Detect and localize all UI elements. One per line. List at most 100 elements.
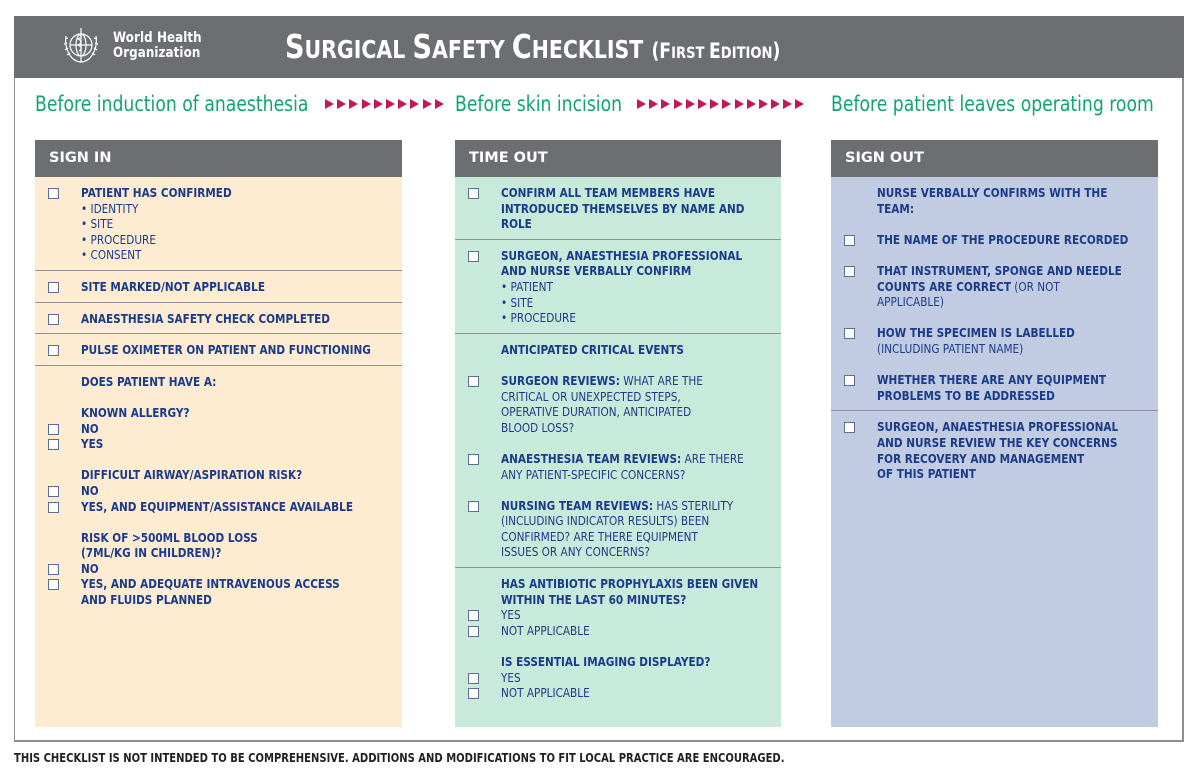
title-text: AFETY <box>431 35 512 64</box>
arrow-icon <box>795 99 805 109</box>
key-concerns-section: SURGEON, ANAESTHESIA PROFESSIONAL AND NU… <box>831 411 1158 488</box>
title-text: URGICAL <box>304 35 413 64</box>
item-label: PROBLEMS TO BE ADDRESSED <box>877 388 1056 403</box>
bullet-item: • SITE <box>81 217 114 232</box>
phase-label-1: Before induction of anaesthesia <box>35 92 309 116</box>
item-lead: NURSING TEAM REVIEWS: <box>501 498 654 513</box>
time-out-body: CONFIRM ALL TEAM MEMBERS HAVE INTRODUCED… <box>455 177 781 727</box>
checkbox[interactable] <box>844 234 855 246</box>
checkbox[interactable] <box>48 439 59 451</box>
patient-confirmed-section: PATIENT HAS CONFIRMED • IDENTITY • SITE … <box>35 177 402 271</box>
arrow-icon <box>385 99 395 109</box>
section-heading: ANTICIPATED CRITICAL EVENTS <box>501 342 685 357</box>
arrow-icon <box>673 99 683 109</box>
question-label: DIFFICULT AIRWAY/ASPIRATION RISK? <box>81 468 303 483</box>
question-label: IS ESSENTIAL IMAGING DISPLAYED? <box>501 655 711 670</box>
item-label: FOR RECOVERY AND MANAGEMENT <box>877 451 1085 466</box>
item-label: OF THIS PATIENT <box>877 467 977 482</box>
item-label: THE NAME OF THE PROCEDURE RECORDED <box>877 232 1129 247</box>
bullet-item: • SITE <box>501 295 534 310</box>
checkbox[interactable] <box>48 485 59 497</box>
phase-arrows-1 <box>325 99 444 109</box>
who-emblem-icon <box>63 28 99 63</box>
anaesthesia-check-section: ANAESTHESIA SAFETY CHECK COMPLETED <box>35 303 402 335</box>
item-lead: SURGEON REVIEWS: <box>501 373 620 388</box>
arrow-icon <box>722 99 732 109</box>
patient-risk-section: DOES PATIENT HAVE A: KNOWN ALLERGY? NO Y… <box>35 366 402 615</box>
edition-text: (F <box>651 39 672 63</box>
checkbox[interactable] <box>48 501 59 513</box>
question-label: HAS ANTIBIOTIC PROPHYLAXIS BEEN GIVEN <box>501 577 759 592</box>
sign-in-column: SIGN IN PATIENT HAS CONFIRMED • IDENTITY… <box>35 140 402 727</box>
checkbox[interactable] <box>48 188 59 199</box>
sign-out-heading: SIGN OUT <box>831 140 1158 177</box>
section-intro: TEAM: <box>877 201 915 216</box>
arrow-icon <box>758 99 768 109</box>
team-introduced-section: CONFIRM ALL TEAM MEMBERS HAVE INTRODUCED… <box>455 177 781 240</box>
item-label: CONFIRM ALL TEAM MEMBERS HAVE <box>501 186 716 200</box>
arrow-icon <box>410 99 420 109</box>
item-label: ISSUES OR ANY CONCERNS? <box>501 545 651 560</box>
checkbox[interactable] <box>468 610 479 622</box>
nurse-confirms-section: NURSE VERBALLY CONFIRMS WITH THE TEAM: T… <box>831 177 1158 412</box>
arrow-icon <box>337 99 347 109</box>
arrow-icon <box>361 99 371 109</box>
item-label: SITE MARKED/NOT APPLICABLE <box>81 279 265 294</box>
item-label: SURGEON, ANAESTHESIA PROFESSIONAL <box>501 248 743 263</box>
sign-out-body: NURSE VERBALLY CONFIRMS WITH THE TEAM: T… <box>831 177 1158 727</box>
item-label: INTRODUCED THEMSELVES BY NAME AND <box>501 201 745 216</box>
arrow-icon <box>349 99 359 109</box>
pulse-oximeter-section: PULSE OXIMETER ON PATIENT AND FUNCTIONIN… <box>35 334 402 366</box>
checkbox[interactable] <box>468 453 479 465</box>
checkbox[interactable] <box>48 281 59 293</box>
item-label: SURGEON, ANAESTHESIA PROFESSIONAL <box>877 420 1119 435</box>
question-label: WITHIN THE LAST 60 MINUTES? <box>501 592 687 607</box>
option-label: NOT APPLICABLE <box>501 623 590 638</box>
checkbox[interactable] <box>844 375 855 387</box>
checkbox[interactable] <box>468 500 479 512</box>
item-label: (INCLUDING PATIENT NAME) <box>877 341 1024 356</box>
item-label: WHAT ARE THE <box>619 373 703 388</box>
checkbox[interactable] <box>468 375 479 387</box>
arrow-icon <box>637 99 646 109</box>
title-letter: C <box>511 27 532 66</box>
item-label: CONFIRMED? ARE THERE EQUIPMENT <box>501 529 699 544</box>
checkbox[interactable] <box>468 688 479 700</box>
time-out-heading: TIME OUT <box>455 140 781 177</box>
arrow-icon <box>398 99 408 109</box>
title-letter: S <box>285 27 305 66</box>
question-label: RISK OF >500ML BLOOD LOSS <box>81 530 259 545</box>
arrow-icon <box>422 99 432 109</box>
option-label: NO <box>81 561 99 576</box>
question-label: (7ML/KG IN CHILDREN)? <box>81 546 222 561</box>
checkbox[interactable] <box>468 625 479 637</box>
site-marked-section: SITE MARKED/NOT APPLICABLE <box>35 271 402 303</box>
arrow-icon <box>373 99 383 109</box>
item-label: (INCLUDING INDICATOR RESULTS) BEEN <box>501 514 710 529</box>
verbal-confirm-section: SURGEON, ANAESTHESIA PROFESSIONAL AND NU… <box>455 240 781 334</box>
bullet-item: • IDENTITY <box>81 201 139 216</box>
checkbox[interactable] <box>844 265 855 277</box>
arrow-icon <box>783 99 793 109</box>
item-label: THAT INSTRUMENT, SPONGE AND NEEDLE <box>877 263 1122 278</box>
checkbox[interactable] <box>844 328 855 340</box>
checkbox[interactable] <box>48 345 59 357</box>
checkbox[interactable] <box>48 423 59 435</box>
item-label: ROLE <box>501 217 533 232</box>
checkbox[interactable] <box>844 422 855 434</box>
arrow-icon <box>734 99 744 109</box>
item-label: HAS STERILITY <box>653 498 734 513</box>
bullet-item: • PROCEDURE <box>501 311 577 326</box>
checkbox[interactable] <box>468 672 479 684</box>
checkbox[interactable] <box>48 579 59 591</box>
option-label: YES <box>81 437 104 452</box>
checkbox[interactable] <box>468 188 479 199</box>
checkbox[interactable] <box>48 563 59 575</box>
checkbox[interactable] <box>48 313 59 325</box>
arrow-icon <box>661 99 671 109</box>
time-out-column: TIME OUT CONFIRM ALL TEAM MEMBERS HAVE I… <box>455 140 781 727</box>
edition-text: DITION <box>720 43 773 62</box>
checkbox[interactable] <box>468 250 479 262</box>
phase-label-2: Before skin incision <box>455 92 623 116</box>
bullet-item: • PATIENT <box>501 279 554 294</box>
